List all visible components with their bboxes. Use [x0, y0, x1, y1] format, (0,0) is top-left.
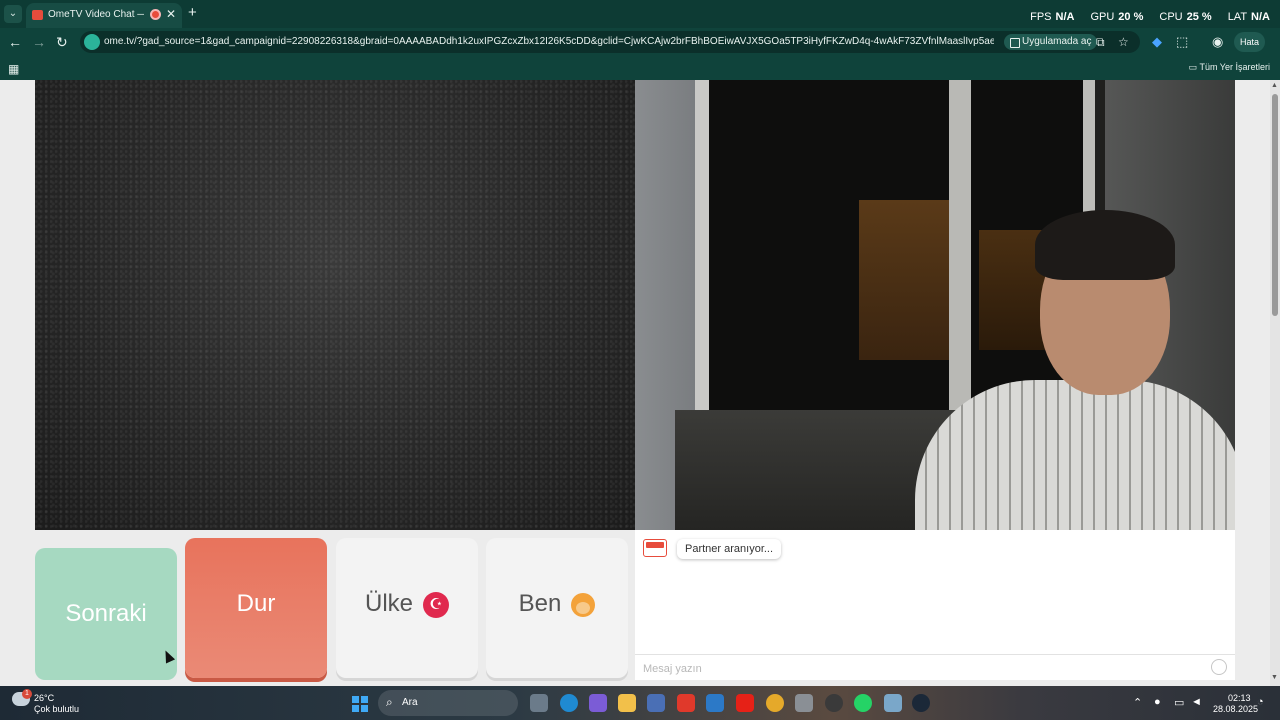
- ometv-favicon-icon: [32, 10, 43, 20]
- whatsapp-icon[interactable]: [854, 694, 872, 712]
- extension-shield-icon[interactable]: ◆: [1152, 34, 1162, 50]
- stat-fps: FPS N/A: [1030, 11, 1075, 23]
- calculator-icon[interactable]: [706, 694, 724, 712]
- chat-panel: Partner aranıyor...: [635, 530, 1235, 680]
- error-badge[interactable]: Hata: [1234, 32, 1266, 52]
- stat-cpu: CPU 25 %: [1159, 11, 1212, 23]
- me-button-label: Ben: [518, 590, 562, 617]
- temperature[interactable]: 26°C: [34, 693, 54, 703]
- message-input[interactable]: [643, 662, 1203, 676]
- obs-icon[interactable]: [825, 694, 843, 712]
- page-content: Sonraki Dur Ülke ☪ Ben Partner aranıyor..…: [0, 80, 1270, 686]
- address-bar[interactable]: ome.tv/?gad_source=1&gad_campaignid=2290…: [80, 31, 1140, 53]
- tray-chevron-icon[interactable]: ⌃: [1133, 696, 1142, 709]
- clock-time[interactable]: 02:13: [1228, 693, 1251, 703]
- tab-title: OmeTV Video Chat — Ome: [48, 9, 144, 20]
- me-button[interactable]: Ben: [486, 538, 628, 678]
- ometv-logo-icon: [643, 539, 667, 557]
- open-in-app-button[interactable]: Uygulamada aç: [1004, 34, 1098, 50]
- tab-search-icon[interactable]: ⌄: [4, 5, 22, 23]
- boy-avatar-icon: [571, 592, 596, 617]
- new-tab-icon[interactable]: +: [188, 4, 197, 21]
- browser-tab[interactable]: OmeTV Video Chat — Ome ✕: [26, 3, 182, 28]
- person-image: [915, 380, 1235, 530]
- local-video-feed: [35, 80, 635, 530]
- store-icon[interactable]: [647, 694, 665, 712]
- recording-icon: [150, 9, 161, 20]
- stop-button-label: Dur: [236, 590, 276, 617]
- stat-gpu: GPU 20 %: [1090, 11, 1144, 23]
- url-text[interactable]: ome.tv/?gad_source=1&gad_campaignid=2290…: [104, 36, 994, 47]
- bookmarks-bar: ▦ Tüm Yer İşaretleri: [0, 56, 1280, 80]
- file-explorer-icon[interactable]: [618, 694, 636, 712]
- search-label: Ara: [402, 697, 418, 708]
- windows-taskbar: 1 26°C Çok bulutlu ⌕ Ara ⌃ ● ▭ ◄ 02:13 2…: [0, 686, 1280, 720]
- apps-grid-icon[interactable]: ▦: [8, 62, 19, 76]
- app-icon[interactable]: [677, 694, 695, 712]
- turkey-flag-icon: ☪: [423, 591, 449, 618]
- next-button-label: Sonraki: [65, 600, 147, 627]
- translate-icon[interactable]: ⧉: [1096, 35, 1105, 50]
- steam-icon[interactable]: [912, 694, 930, 712]
- microphone-icon[interactable]: ●: [1154, 696, 1161, 708]
- scroll-down-icon[interactable]: ▼: [1271, 674, 1278, 681]
- notepad-icon[interactable]: [795, 694, 813, 712]
- emoji-icon[interactable]: [1211, 659, 1227, 675]
- weather-badge: 1: [22, 689, 32, 699]
- notifications-icon[interactable]: ◔: [1257, 696, 1264, 708]
- task-view-icon[interactable]: [530, 694, 548, 712]
- performance-overlay: FPS N/A GPU 20 % CPU 25 % LAT N/A: [1030, 11, 1270, 23]
- all-bookmarks-link[interactable]: Tüm Yer İşaretleri: [1189, 62, 1270, 73]
- scroll-up-icon[interactable]: ▲: [1271, 82, 1278, 89]
- country-button[interactable]: Ülke ☪: [336, 538, 478, 678]
- taskbar-search[interactable]: ⌕ Ara: [378, 690, 518, 716]
- reload-icon[interactable]: ↻: [56, 34, 68, 51]
- search-icon: ⌕: [386, 695, 393, 709]
- site-info-icon[interactable]: [84, 34, 100, 50]
- settings-icon[interactable]: [884, 694, 902, 712]
- clock-date[interactable]: 28.08.2025: [1213, 704, 1258, 714]
- close-tab-icon[interactable]: ✕: [166, 7, 176, 21]
- partner-video-feed: [635, 80, 1235, 530]
- extensions-puzzle-icon[interactable]: ⬚: [1176, 34, 1188, 50]
- tab-strip: ⌄ OmeTV Video Chat — Ome ✕ + FPSN/A GPU2…: [0, 0, 1280, 28]
- edge-icon[interactable]: [560, 694, 578, 712]
- stat-lat: LAT N/A: [1227, 11, 1270, 23]
- volume-icon[interactable]: ◄: [1191, 696, 1202, 708]
- profile-icon[interactable]: ◉: [1212, 34, 1223, 50]
- next-button[interactable]: Sonraki: [35, 548, 177, 680]
- copilot-icon[interactable]: [589, 694, 607, 712]
- forward-arrow-icon[interactable]: →: [32, 34, 46, 50]
- browser-toolbar: ← → ↻ ome.tv/?gad_source=1&gad_campaigni…: [0, 28, 1280, 56]
- windows-start-icon[interactable]: [352, 696, 368, 712]
- chat-status-message: Partner aranıyor...: [677, 539, 782, 559]
- network-icon[interactable]: ▭: [1174, 696, 1184, 709]
- back-arrow-icon[interactable]: ←: [8, 34, 22, 50]
- chrome-icon[interactable]: [766, 694, 784, 712]
- stop-button[interactable]: Dur: [185, 538, 327, 678]
- country-button-label: Ülke: [364, 590, 413, 617]
- bookmark-star-icon[interactable]: ☆: [1118, 35, 1129, 49]
- page-scrollbar[interactable]: ▲ ▼: [1270, 80, 1280, 686]
- scroll-thumb[interactable]: [1272, 94, 1278, 316]
- youtube-icon[interactable]: [736, 694, 754, 712]
- weather-description[interactable]: Çok bulutlu: [34, 704, 79, 714]
